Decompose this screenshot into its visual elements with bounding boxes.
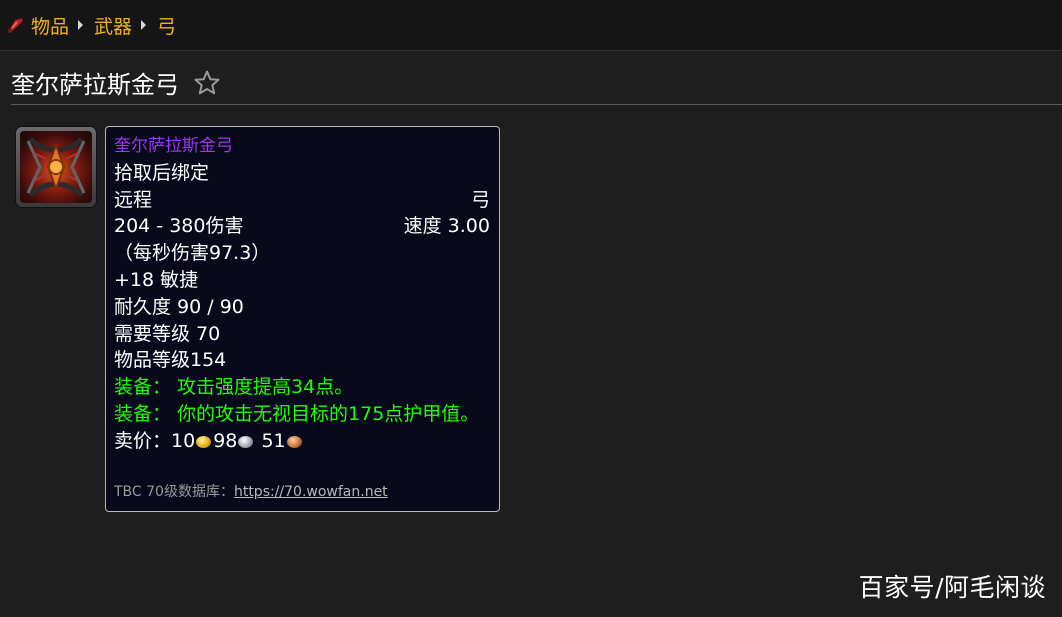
gold-coin-icon <box>196 435 212 448</box>
page-title: 奎尔萨拉斯金弓 <box>11 70 179 99</box>
sell-gold-amount: 10 <box>171 429 196 452</box>
item-dps: （每秒伤害97.3） <box>114 242 271 265</box>
copper-coin-icon <box>286 435 302 448</box>
breadcrumb-link-bows[interactable]: 弓 <box>157 12 176 39</box>
item-icon-frame[interactable] <box>16 127 96 207</box>
item-required-level: 需要等级 70 <box>114 322 221 345</box>
silver-coin-icon <box>238 435 254 448</box>
breadcrumb-link-weapons[interactable]: 武器 <box>94 12 132 39</box>
item-stat: +18 敏捷 <box>114 268 199 291</box>
item-bind-type: 拾取后绑定 <box>114 161 210 184</box>
sell-copper-amount: 51 <box>261 429 286 452</box>
bow-item-icon <box>20 131 92 203</box>
equip-effect-attack-power[interactable]: 装备： 攻击强度提高34点。 <box>114 374 490 401</box>
item-sell-price: 卖价：10 98 51 <box>114 428 490 455</box>
breadcrumb-bar: 物品 武器 弓 <box>0 0 1062 51</box>
item-damage-row: 204 - 380伤害 速度 3.00 <box>114 213 490 240</box>
sell-price-label: 卖价： <box>114 429 172 452</box>
breadcrumb-separator-icon <box>141 20 147 30</box>
item-durability: 耐久度 90 / 90 <box>114 295 244 318</box>
equip-effect-armor-penetration[interactable]: 装备： 你的攻击无视目标的175点护甲值。 <box>114 401 490 428</box>
item-slot-row: 远程 弓 <box>114 187 490 214</box>
watermark: 百家号/阿毛闲谈 <box>858 573 1046 602</box>
item-slot: 远程 <box>114 188 153 211</box>
item-level: 物品等级154 <box>114 349 227 372</box>
title-row: 奎尔萨拉斯金弓 <box>11 62 1062 105</box>
item-speed: 速度 3.00 <box>403 215 490 238</box>
site-logo-icon[interactable] <box>6 15 26 35</box>
breadcrumb-separator-icon <box>78 20 84 30</box>
tooltip-footer: TBC 70级数据库：https://70.wowfan.net <box>114 481 388 501</box>
item-type: 弓 <box>470 188 490 211</box>
item-name: 奎尔萨拉斯金弓 <box>114 136 233 156</box>
sell-silver-amount: 98 <box>213 429 238 452</box>
item-tooltip: 奎尔萨拉斯金弓 拾取后绑定 远程 弓 204 - 380伤害 速度 3.00 （… <box>105 126 500 512</box>
database-link[interactable]: https://70.wowfan.net <box>234 484 388 500</box>
favorite-star-icon[interactable] <box>193 69 221 97</box>
breadcrumb-link-items[interactable]: 物品 <box>31 12 69 39</box>
item-damage: 204 - 380伤害 <box>114 215 244 238</box>
database-label: TBC 70级数据库： <box>114 484 234 500</box>
